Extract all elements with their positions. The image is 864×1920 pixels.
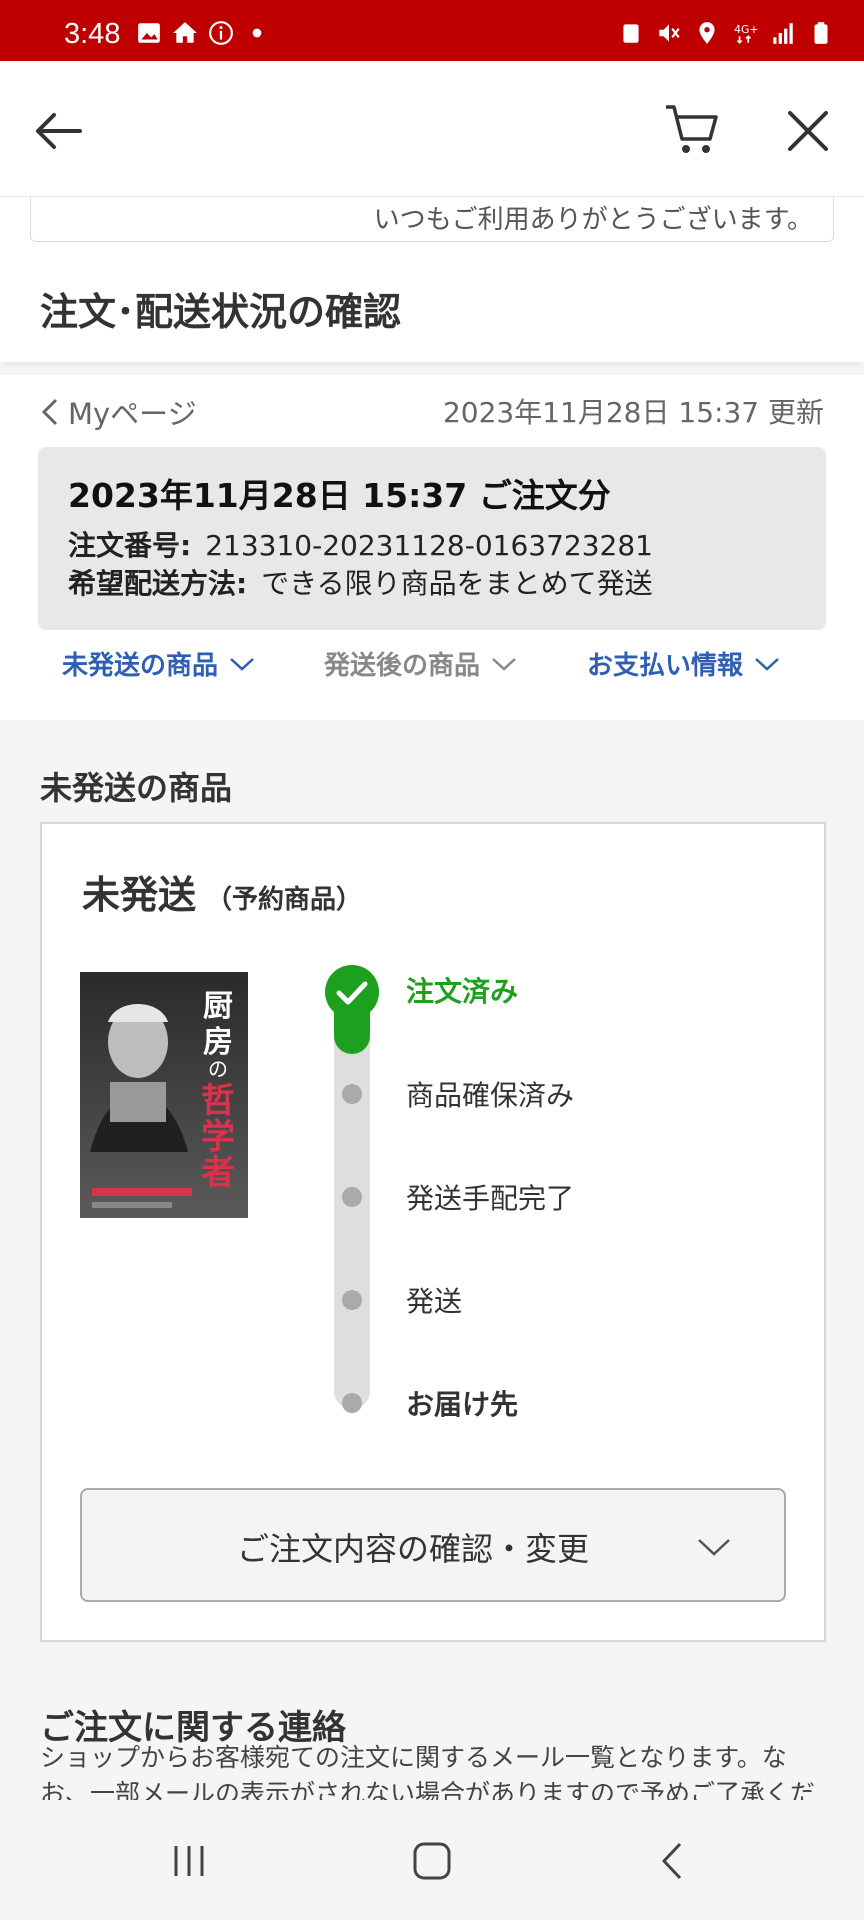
step-ordered-label: 注文済み: [406, 975, 519, 1008]
check-circle-icon: [325, 965, 379, 1019]
tab-payment[interactable]: お支払い情報: [587, 645, 781, 682]
order-number-row: 注文番号: 213310-20231128-0163723281: [68, 527, 796, 565]
tab-unshipped-label: 未発送の商品: [62, 651, 219, 681]
svg-text:の: の: [208, 1057, 228, 1081]
system-nav-bar: [0, 1800, 864, 1920]
chevron-down-icon: [698, 1539, 730, 1556]
step-shipped-label: 発送: [406, 1285, 463, 1318]
step-dot: [342, 1290, 362, 1310]
info-icon: [209, 21, 233, 45]
section-tabs: 未発送の商品 発送後の商品 お支払い情報: [0, 645, 864, 705]
order-confirm-change-button[interactable]: ご注文内容の確認・変更: [80, 1488, 786, 1602]
close-icon[interactable]: [780, 103, 836, 159]
order-info-area: Myページ 2023年11月28日 15:37 更新 2023年11月28日 1…: [0, 375, 864, 720]
location-icon: [699, 22, 715, 44]
status-label: 未発送: [82, 873, 197, 917]
home-icon: [173, 22, 197, 43]
back-nav-icon[interactable]: [648, 1836, 698, 1886]
book-cover-image[interactable]: 厨 房 の 哲 学 者: [80, 972, 248, 1218]
greeting-text: いつもご利用ありがとうございます。: [373, 205, 813, 235]
greeting-card: いつもご利用ありがとうございます。: [30, 197, 834, 242]
recent-apps-icon[interactable]: [164, 1836, 214, 1886]
order-number-label: 注文番号:: [68, 529, 192, 562]
step-arranged-label: 発送手配完了: [406, 1182, 575, 1215]
svg-text:厨: 厨: [203, 989, 233, 1024]
order-summary: 2023年11月28日 15:37 ご注文分 注文番号: 213310-20231…: [38, 447, 826, 630]
updated-timestamp: 2023年11月28日 15:37 更新: [442, 396, 824, 429]
mute-icon: [659, 24, 680, 42]
step-dot: [342, 1187, 362, 1207]
chevron-down-icon: [230, 657, 254, 671]
step-delivery-label: お届け先: [406, 1388, 519, 1421]
svg-text:4G+: 4G+: [734, 23, 758, 36]
svg-text:者: 者: [201, 1153, 235, 1193]
battery-icon: [814, 22, 828, 44]
tab-payment-label: お支払い情報: [587, 651, 744, 681]
order-confirm-change-label: ご注文内容の確認・変更: [236, 1530, 589, 1568]
shipping-method-row: 希望配送方法: できる限り商品をまとめて発送: [68, 565, 796, 603]
dot-icon: [252, 28, 262, 38]
signal-icon: [773, 23, 793, 44]
svg-text:房: 房: [203, 1025, 233, 1060]
order-heading: 2023年11月28日 15:37 ご注文分: [68, 476, 611, 515]
step-secured-label: 商品確保済み: [406, 1079, 575, 1112]
step-dot: [342, 1393, 362, 1413]
chevron-left-icon: [41, 398, 58, 426]
network-4g-icon: 4G+: [734, 23, 758, 44]
arrow-left-icon[interactable]: [30, 103, 86, 159]
app-header: [0, 61, 864, 197]
svg-text:哲: 哲: [201, 1081, 235, 1121]
section-title: 未発送の商品: [40, 769, 233, 807]
shipping-method-label: 希望配送方法:: [68, 567, 248, 600]
gallery-icon: [138, 23, 160, 43]
progress-track: [334, 1019, 370, 1409]
page-title: 注文･配送状況の確認: [40, 290, 402, 334]
status-sub: （予約商品）: [206, 885, 363, 915]
tab-shipped-label: 発送後の商品: [324, 651, 481, 681]
shipping-method-value: できる限り商品をまとめて発送: [261, 567, 653, 600]
recycle-icon: [623, 24, 639, 43]
step-dot: [342, 1084, 362, 1104]
mypage-link[interactable]: Myページ: [40, 391, 197, 433]
title-area: いつもご利用ありがとうございます。 注文･配送状況の確認: [0, 197, 864, 362]
status-time: 3:48: [64, 18, 121, 50]
svg-text:学: 学: [201, 1117, 235, 1157]
unshipped-card: 未発送 （予約商品） 厨 房 の 哲 学 者 注文済み 商品確保済み 発送手配完了…: [40, 822, 826, 1642]
home-button-icon[interactable]: [407, 1836, 457, 1886]
chevron-down-icon: [755, 657, 779, 671]
status-bar: 3:48 4G+: [0, 0, 864, 61]
order-number-value: 213310-20231128-0163723281: [205, 529, 653, 562]
cart-icon[interactable]: [662, 99, 722, 159]
shipment-status: 未発送 （予約商品）: [82, 864, 362, 919]
tab-shipped[interactable]: 発送後の商品: [324, 645, 518, 682]
tab-unshipped[interactable]: 未発送の商品: [62, 645, 256, 682]
chevron-down-icon: [492, 657, 516, 671]
mypage-link-label: Myページ: [68, 397, 197, 431]
